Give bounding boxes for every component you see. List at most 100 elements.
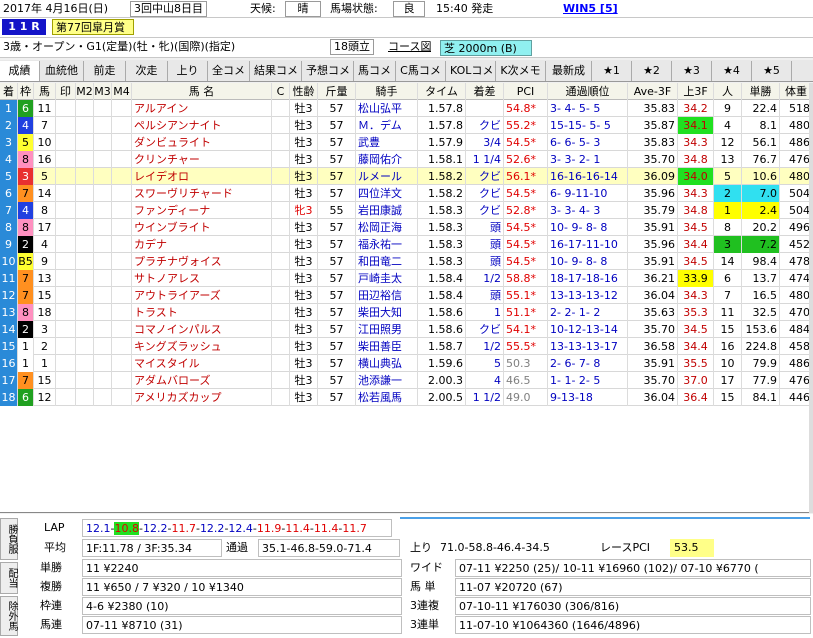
table-row[interactable]: 13 8 18 トラスト 牡3 57 柴田大知 1.58.6 1 51.1* 2- 2- 1- 23…: [0, 304, 813, 321]
column-header-9[interactable]: 性齢: [290, 83, 318, 100]
tab-4[interactable]: 上り: [168, 61, 208, 81]
table-row[interactable]: 1 6 11 アルアイン 牡3 57 松山弘平 1.57.8 54.8* 3- 4- 5- 5 35…: [0, 100, 813, 117]
table-row[interactable]: 11 7 13 サトノアレス 牡3 57 戸崎圭太 1.58.4 1/2 58.8* 18-17-1…: [0, 270, 813, 287]
tab-3[interactable]: 次走: [126, 61, 168, 81]
cell-C: [272, 355, 290, 372]
cell-着差: 5: [466, 355, 504, 372]
cell-枠: 8: [18, 151, 34, 168]
tab-2[interactable]: 前走: [84, 61, 126, 81]
cell-着: 2: [0, 117, 18, 134]
grid-scrollbar[interactable]: [809, 83, 813, 513]
cell-M3: [94, 100, 112, 117]
column-header-19[interactable]: 単勝: [742, 83, 780, 100]
side-tab-payout[interactable]: 配当: [0, 562, 18, 594]
cell-斤量: 57: [318, 236, 356, 253]
table-row[interactable]: 16 1 1 マイスタイル 牡3 57 横山典弘 1.59.6 5 50.3 2- 6- 7- 83…: [0, 355, 813, 372]
table-row[interactable]: 4 8 16 クリンチャー 牡3 57 藤岡佑介 1.58.1 1 1/4 52.6* 3- 3- …: [0, 151, 813, 168]
tab-16[interactable]: ★4: [712, 61, 752, 81]
table-row[interactable]: 8 8 17 ウインブライト 牡3 57 松岡正海 1.58.3 頭 54.5* 10- 9- 8-…: [0, 219, 813, 236]
column-header-14[interactable]: PCI: [504, 83, 548, 100]
tab-10[interactable]: KOLコメ: [446, 61, 496, 81]
cell-単勝: 79.9: [742, 355, 780, 372]
tab-0[interactable]: 成績: [0, 61, 40, 81]
cell-着差: クビ: [466, 185, 504, 202]
table-row[interactable]: 7 4 8 ファンディーナ 牝3 55 岩田康誠 1.58.3 クビ 52.8* 3- 3- 4- …: [0, 202, 813, 219]
cell-PCI: 54.1*: [504, 321, 548, 338]
cell-Ave-3F: 36.04: [628, 389, 678, 406]
column-header-5[interactable]: M3: [94, 83, 112, 100]
cell-着: 12: [0, 287, 18, 304]
tab-14[interactable]: ★2: [632, 61, 672, 81]
cell-印: [56, 253, 76, 270]
cell-M4: [112, 338, 132, 355]
table-row[interactable]: 14 2 3 コマノインパルス 牡3 57 江田照男 1.58.6 クビ 54.1* 10-12-1…: [0, 321, 813, 338]
tab-7[interactable]: 予想コメ: [302, 61, 354, 81]
column-header-10[interactable]: 斤量: [318, 83, 356, 100]
column-header-6[interactable]: M4: [112, 83, 132, 100]
column-header-15[interactable]: 通過順位: [548, 83, 628, 100]
table-row[interactable]: 5 3 5 レイデオロ 牡3 57 ルメール 1.58.2 クビ 56.1* 16-16-16-14…: [0, 168, 813, 185]
side-tab-silks[interactable]: 勝負服: [0, 518, 18, 560]
table-row[interactable]: 12 7 15 アウトライアーズ 牡3 57 田辺裕信 1.58.4 頭 55.1* 13-13-1…: [0, 287, 813, 304]
win5-link[interactable]: WIN5 [5]: [563, 1, 618, 17]
tab-17[interactable]: ★5: [752, 61, 792, 81]
cell-着: 7: [0, 202, 18, 219]
cell-印: [56, 355, 76, 372]
table-row[interactable]: 17 7 15 アダムバローズ 牡3 57 池添謙一 2.00.3 4 46.5 1- 1- 2- …: [0, 372, 813, 389]
cell-人: 11: [714, 304, 742, 321]
course-map-link[interactable]: コース図: [388, 39, 431, 55]
side-tab-scratched[interactable]: 除外馬: [0, 596, 18, 636]
column-header-11[interactable]: 騎手: [356, 83, 418, 100]
cell-馬: 12: [34, 389, 56, 406]
column-header-1[interactable]: 枠: [18, 83, 34, 100]
column-header-0[interactable]: 着: [0, 83, 18, 100]
lap-time: 12.2: [142, 522, 168, 535]
cell-上3F: 34.3: [678, 185, 714, 202]
tab-8[interactable]: 馬コメ: [354, 61, 396, 81]
cell-M4: [112, 321, 132, 338]
cell-上3F: 34.2: [678, 100, 714, 117]
cell-Ave-3F: 35.70: [628, 151, 678, 168]
column-header-3[interactable]: 印: [56, 83, 76, 100]
tab-13[interactable]: ★1: [592, 61, 632, 81]
race-name: 第77回皐月賞: [52, 19, 134, 35]
tab-5[interactable]: 全コメ: [208, 61, 250, 81]
cell-着差: [466, 100, 504, 117]
cell-人: 5: [714, 168, 742, 185]
cell-C: [272, 168, 290, 185]
table-row[interactable]: 9 2 4 カデナ 牡3 57 福永祐一 1.58.3 頭 54.5* 16-17-11-10 35.…: [0, 236, 813, 253]
cell-枠: 7: [18, 372, 34, 389]
column-header-18[interactable]: 人: [714, 83, 742, 100]
cell-タイム: 1.58.4: [418, 270, 466, 287]
column-header-2[interactable]: 馬: [34, 83, 56, 100]
tab-12[interactable]: 最新成: [546, 61, 592, 81]
column-header-16[interactable]: Ave-3F: [628, 83, 678, 100]
cell-人: 10: [714, 355, 742, 372]
column-header-12[interactable]: タイム: [418, 83, 466, 100]
tab-11[interactable]: K次メモ: [496, 61, 546, 81]
cell-Ave-3F: 35.70: [628, 372, 678, 389]
table-row[interactable]: 6 7 14 スワーヴリチャード 牡3 57 四位洋文 1.58.2 クビ 54.5* 6- 9-1…: [0, 185, 813, 202]
cell-印: [56, 168, 76, 185]
table-row[interactable]: 18 6 12 アメリカズカップ 牡3 57 松若風馬 2.00.5 1 1/2 49.0 9-13…: [0, 389, 813, 406]
table-row[interactable]: 15 1 2 キングズラッシュ 牡3 57 柴田善臣 1.58.7 1/2 55.5* 13-13-…: [0, 338, 813, 355]
cell-M4: [112, 372, 132, 389]
tab-9[interactable]: C馬コメ: [396, 61, 446, 81]
cell-枠: 1: [18, 338, 34, 355]
column-header-13[interactable]: 着差: [466, 83, 504, 100]
column-header-4[interactable]: M2: [76, 83, 94, 100]
cell-着差: 1/2: [466, 338, 504, 355]
column-header-17[interactable]: 上3F: [678, 83, 714, 100]
cell-馬名: ウインブライト: [132, 219, 272, 236]
cell-上3F: 34.4: [678, 338, 714, 355]
column-header-8[interactable]: C: [272, 83, 290, 100]
table-row[interactable]: 3 5 10 ダンビュライト 牡3 57 武豊 1.57.9 3/4 54.5* 6- 6- 5- …: [0, 134, 813, 151]
column-header-7[interactable]: 馬 名: [132, 83, 272, 100]
tab-6[interactable]: 結果コメ: [250, 61, 302, 81]
table-row[interactable]: 2 4 7 ペルシアンナイト 牡3 57 Ｍ．デム 1.57.8 クビ 55.2* 15-15- 5…: [0, 117, 813, 134]
tab-1[interactable]: 血統他: [40, 61, 84, 81]
tab-15[interactable]: ★3: [672, 61, 712, 81]
average-value: 1F:11.78 / 3F:35.34: [82, 539, 222, 557]
cell-印: [56, 185, 76, 202]
table-row[interactable]: 10 B5 9 プラチナヴォイス 牡3 57 和田竜二 1.58.3 頭 54.5* 10- 9- …: [0, 253, 813, 270]
